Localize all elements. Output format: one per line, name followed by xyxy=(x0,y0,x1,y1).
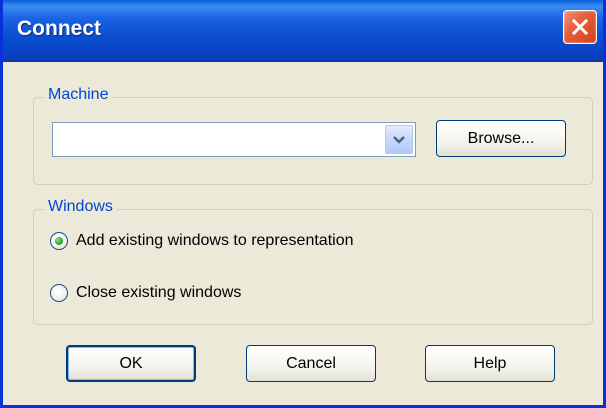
machine-group-label: Machine xyxy=(44,86,113,104)
close-icon xyxy=(571,18,589,36)
close-button[interactable] xyxy=(563,10,597,44)
title-bar[interactable]: Connect xyxy=(3,0,603,62)
windows-groupbox: Windows xyxy=(33,198,593,325)
machine-combobox[interactable] xyxy=(52,122,416,157)
radio-close-existing-windows[interactable]: Close existing windows xyxy=(50,284,241,302)
windows-group-label: Windows xyxy=(44,198,117,216)
ok-button[interactable]: OK xyxy=(66,345,196,382)
help-button[interactable]: Help xyxy=(425,345,555,382)
chevron-down-icon xyxy=(393,135,405,144)
radio-add-existing-windows[interactable]: Add existing windows to representation xyxy=(50,232,354,250)
radio-dot xyxy=(55,237,63,245)
browse-button[interactable]: Browse... xyxy=(436,120,566,157)
dialog-title: Connect xyxy=(17,17,101,40)
radio-close-label: Close existing windows xyxy=(76,284,242,301)
cancel-button[interactable]: Cancel xyxy=(246,345,376,382)
radio-add-label: Add existing windows to representation xyxy=(76,232,354,249)
radio-button-selected[interactable] xyxy=(50,232,68,250)
radio-button-unselected[interactable] xyxy=(50,284,68,302)
dropdown-arrow-button[interactable] xyxy=(385,125,413,154)
